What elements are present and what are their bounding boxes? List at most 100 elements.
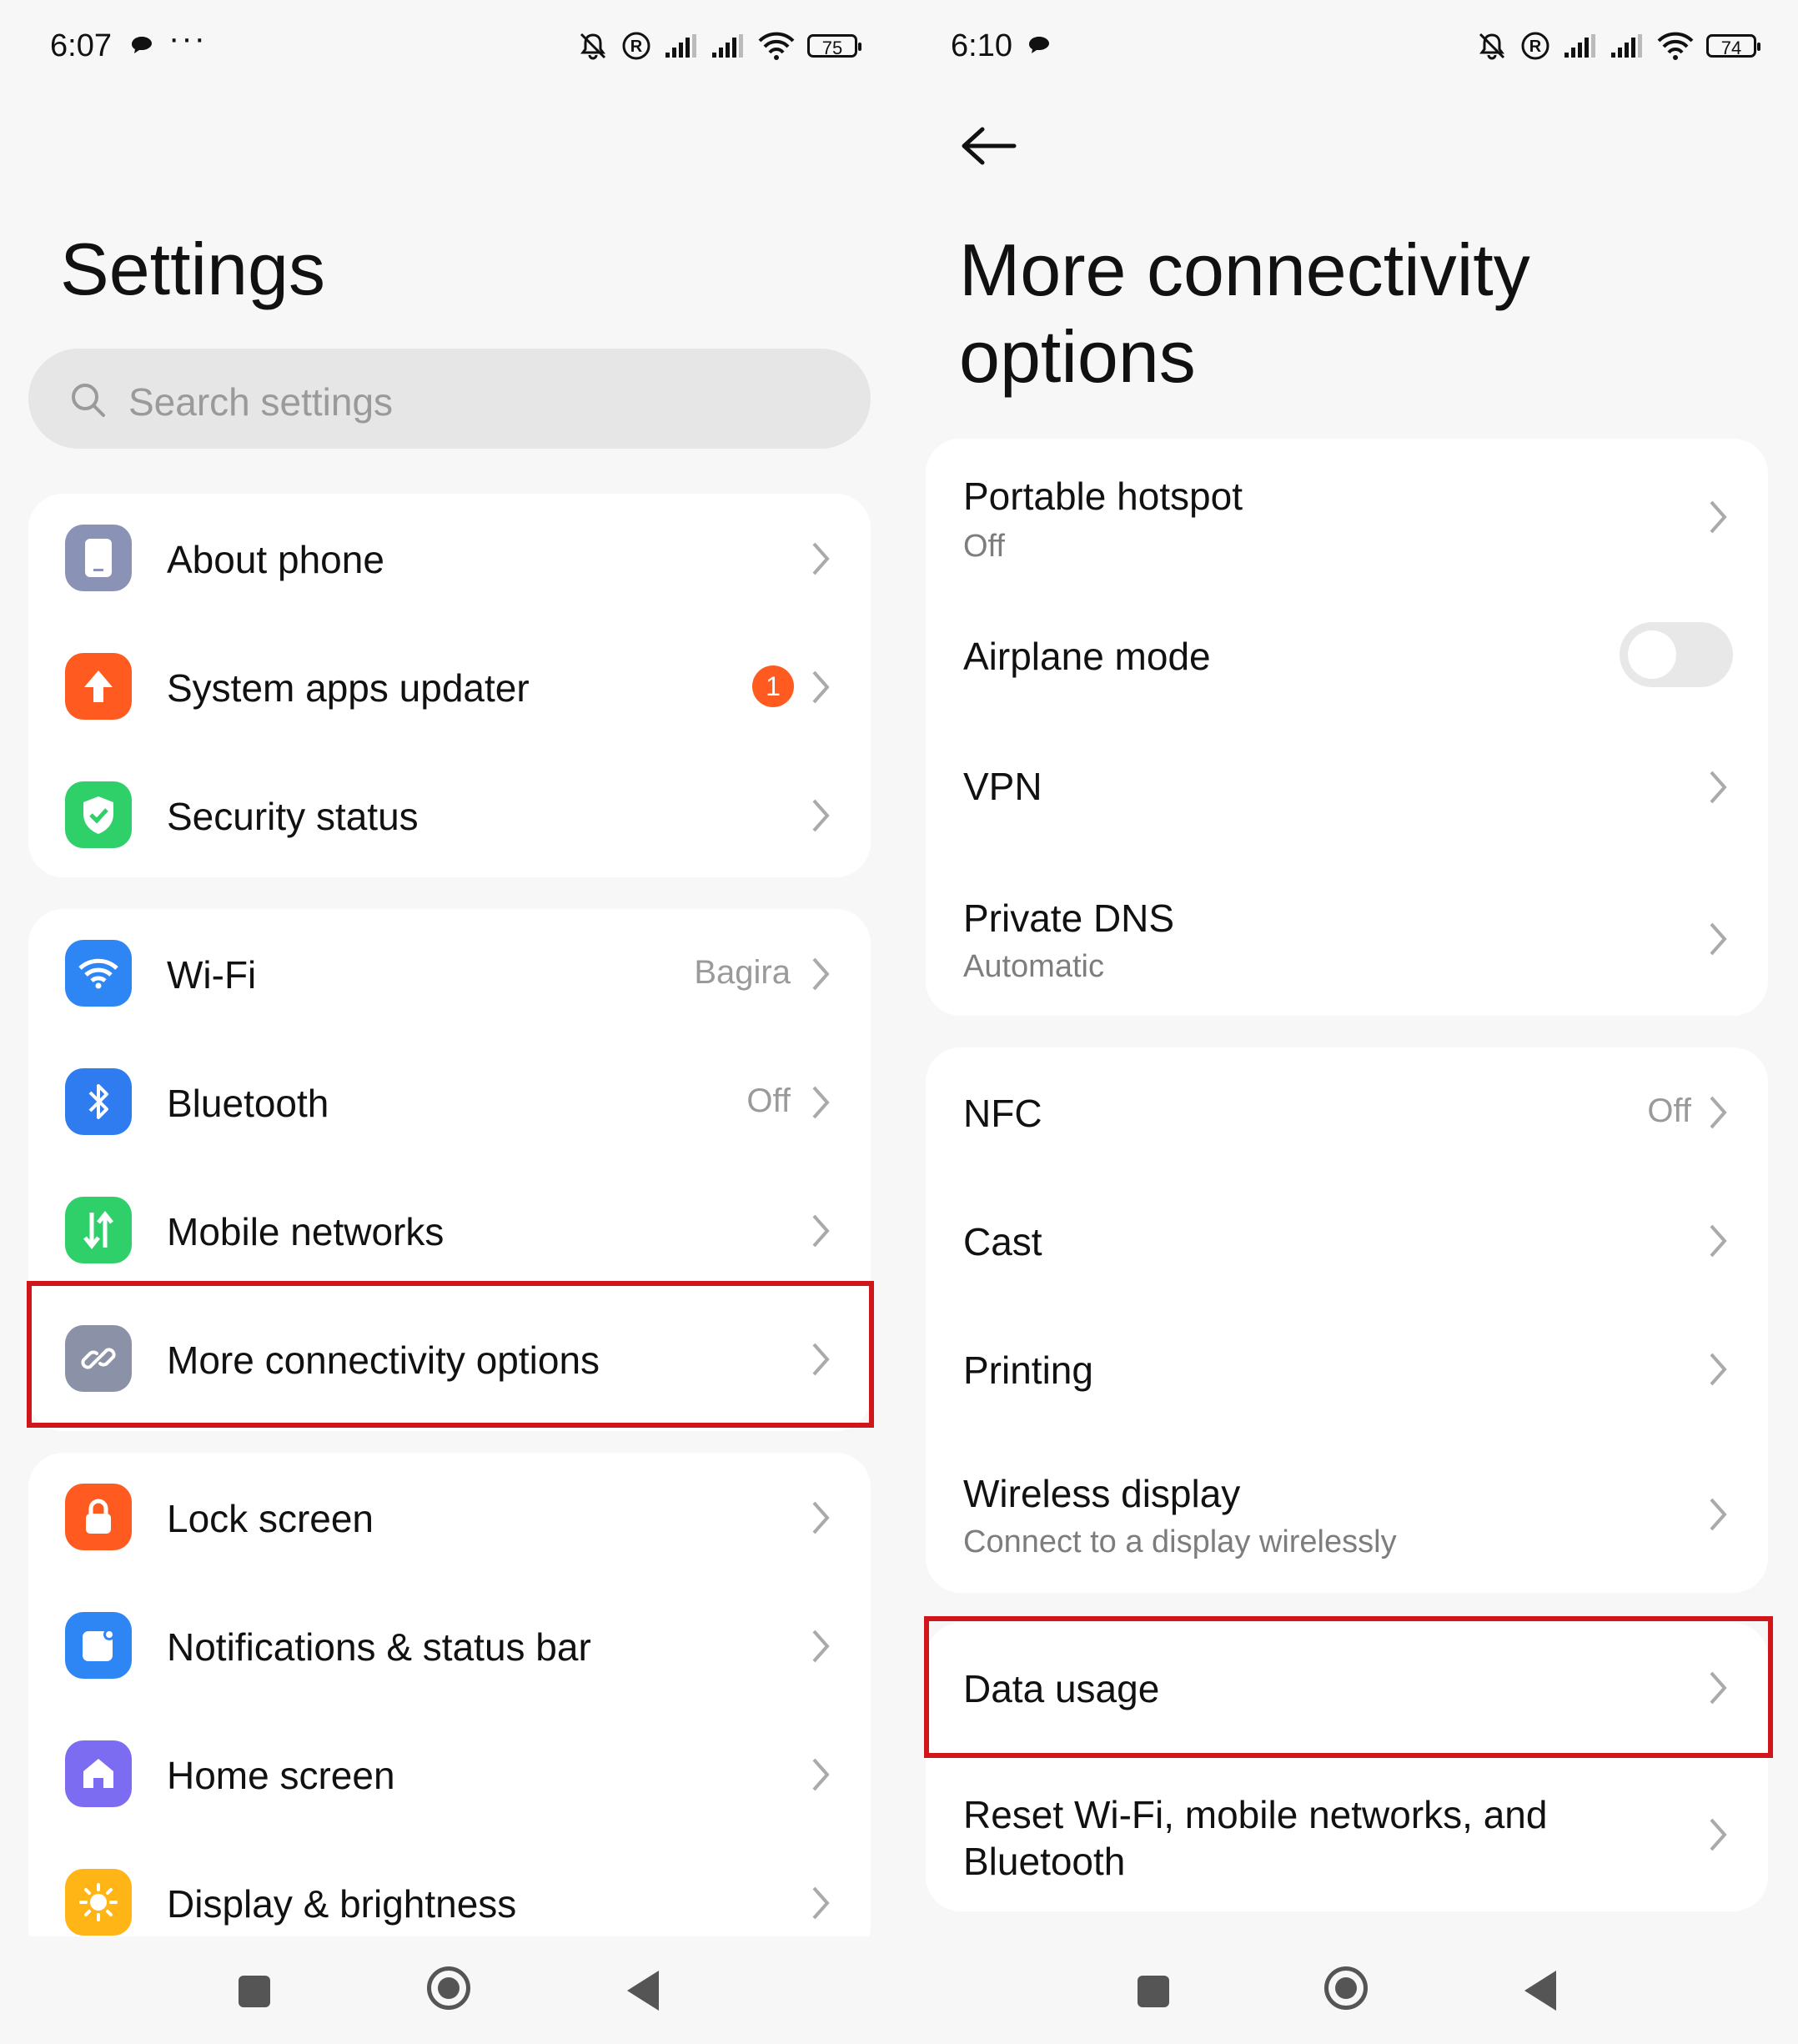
- more-notifications-icon: ···: [168, 20, 207, 57]
- vpn-item[interactable]: VPN: [926, 722, 1768, 851]
- home-screen-label: Home screen: [167, 1754, 395, 1797]
- navigation-bar: [0, 1936, 899, 2044]
- signal-2-icon: [712, 34, 743, 58]
- settings-group-device: About phone System apps updater 1 Securi…: [28, 494, 871, 877]
- settings-screen: 6:07 ··· R 75 Settings Search settings A…: [0, 0, 899, 2044]
- home-icon: [65, 1740, 132, 1807]
- home-button[interactable]: [1324, 1966, 1368, 2010]
- cast-label: Cast: [963, 1220, 1042, 1263]
- sun-icon: [65, 1869, 132, 1936]
- wifi-item[interactable]: Wi-Fi Bagira: [28, 909, 871, 1037]
- cast-item[interactable]: Cast: [926, 1176, 1768, 1304]
- chevron-right-icon: [812, 799, 830, 832]
- search-placeholder: Search settings: [128, 380, 394, 424]
- wifi-icon: [65, 940, 132, 1007]
- settings-group-personalization: Lock screen Notifications & status bar H…: [28, 1453, 871, 1961]
- bluetooth-item[interactable]: Bluetooth Off: [28, 1037, 871, 1166]
- update-count-badge: 1: [752, 665, 794, 707]
- signal-2-icon: [1611, 34, 1642, 58]
- portable-hotspot-item[interactable]: Portable hotspot Off: [926, 439, 1768, 597]
- message-icon: [1029, 37, 1049, 53]
- notification-icon: [65, 1612, 132, 1679]
- chevron-right-icon: [812, 1758, 830, 1791]
- about-phone-label: About phone: [167, 538, 384, 581]
- printing-item[interactable]: Printing: [926, 1304, 1768, 1433]
- status-icons: R 74: [1476, 30, 1760, 62]
- mobile-networks-label: Mobile networks: [167, 1210, 444, 1253]
- status-time: 6:07: [50, 28, 112, 63]
- chevron-right-icon: [812, 1214, 830, 1248]
- wireless-display-description: Connect to a display wirelessly: [963, 1524, 1397, 1559]
- signal-icon: [1564, 34, 1595, 58]
- security-status-item[interactable]: Security status: [28, 751, 871, 877]
- signal-icon: [665, 34, 696, 58]
- system-apps-updater-item[interactable]: System apps updater 1: [28, 622, 871, 751]
- airplane-mode-item[interactable]: Airplane mode: [926, 597, 1768, 722]
- battery-icon: 75: [807, 34, 861, 58]
- shield-check-icon: [65, 781, 132, 848]
- wifi-status-icon: [1657, 32, 1694, 60]
- highlight-data-usage: [924, 1616, 1773, 1758]
- lock-icon: [65, 1484, 132, 1550]
- bluetooth-label: Bluetooth: [167, 1082, 329, 1125]
- connectivity-group-sharing: NFC Off Cast Printing Wireless display C…: [926, 1047, 1768, 1593]
- chevron-right-icon: [812, 670, 830, 704]
- chevron-right-icon: [812, 1630, 830, 1663]
- lock-screen-item[interactable]: Lock screen: [28, 1453, 871, 1581]
- private-dns-item[interactable]: Private DNS Automatic: [926, 851, 1768, 1016]
- private-dns-status: Automatic: [963, 949, 1104, 984]
- about-phone-item[interactable]: About phone: [28, 494, 871, 622]
- chevron-right-icon: [1710, 1498, 1727, 1531]
- chevron-right-icon: [1710, 1353, 1727, 1386]
- page-title: Settings: [60, 228, 325, 310]
- wireless-display-item[interactable]: Wireless display Connect to a display wi…: [926, 1433, 1768, 1593]
- page-title: More connectivity options: [959, 227, 1530, 400]
- back-button[interactable]: [627, 1971, 659, 2011]
- search-input[interactable]: Search settings: [28, 349, 871, 449]
- home-button[interactable]: [427, 1966, 470, 2010]
- notifications-status-bar-item[interactable]: Notifications & status bar: [28, 1581, 871, 1710]
- back-button[interactable]: [1524, 1971, 1556, 2011]
- chevron-right-icon: [1710, 1096, 1727, 1129]
- bell-muted-icon: [1479, 33, 1505, 60]
- wireless-display-label: Wireless display: [963, 1472, 1241, 1515]
- reset-network-item[interactable]: Reset Wi-Fi, mobile networks, and Blueto…: [926, 1756, 1768, 1911]
- bell-muted-icon: [580, 33, 606, 60]
- display-brightness-label: Display & brightness: [167, 1882, 517, 1926]
- chevron-right-icon: [812, 1886, 830, 1920]
- wifi-status-icon: [758, 32, 795, 60]
- chevron-right-icon: [1710, 771, 1727, 804]
- bluetooth-status-value: Off: [746, 1082, 791, 1119]
- system-apps-updater-label: System apps updater: [167, 666, 530, 710]
- private-dns-label: Private DNS: [963, 896, 1175, 940]
- reset-network-label-line2: Bluetooth: [963, 1840, 1126, 1883]
- home-screen-item[interactable]: Home screen: [28, 1710, 871, 1838]
- recents-button[interactable]: [1138, 1976, 1169, 2007]
- nfc-item[interactable]: NFC Off: [926, 1047, 1768, 1176]
- svg-text:R: R: [1529, 38, 1542, 56]
- portable-hotspot-status: Off: [963, 529, 1005, 564]
- airplane-mode-label: Airplane mode: [963, 635, 1211, 678]
- airplane-mode-toggle[interactable]: [1620, 622, 1733, 687]
- printing-label: Printing: [963, 1348, 1093, 1392]
- reset-network-label-line1: Reset Wi-Fi, mobile networks, and: [963, 1793, 1548, 1836]
- mobile-data-icon: [65, 1197, 132, 1263]
- navigation-bar: [899, 1936, 1798, 2044]
- back-arrow-icon[interactable]: [959, 125, 1017, 167]
- svg-text:R: R: [630, 38, 643, 56]
- chevron-right-icon: [1710, 500, 1727, 534]
- notifications-label: Notifications & status bar: [167, 1625, 591, 1669]
- portable-hotspot-label: Portable hotspot: [963, 475, 1243, 518]
- message-icon: [132, 37, 152, 53]
- bluetooth-icon: [65, 1068, 132, 1135]
- vpn-label: VPN: [963, 765, 1042, 808]
- reset-network-label: Reset Wi-Fi, mobile networks, and Blueto…: [963, 1791, 1547, 1885]
- more-connectivity-screen: 6:10 R 74 More connectivity options Port…: [899, 0, 1798, 2044]
- upload-arrow-icon: [65, 653, 132, 720]
- connectivity-group-network: Portable hotspot Off Airplane mode VPN P…: [926, 439, 1768, 1016]
- lock-screen-label: Lock screen: [167, 1497, 374, 1540]
- mobile-networks-item[interactable]: Mobile networks: [28, 1166, 871, 1294]
- registered-icon: R: [622, 32, 650, 60]
- recents-button[interactable]: [239, 1976, 270, 2007]
- page-title-line2: options: [959, 315, 1196, 398]
